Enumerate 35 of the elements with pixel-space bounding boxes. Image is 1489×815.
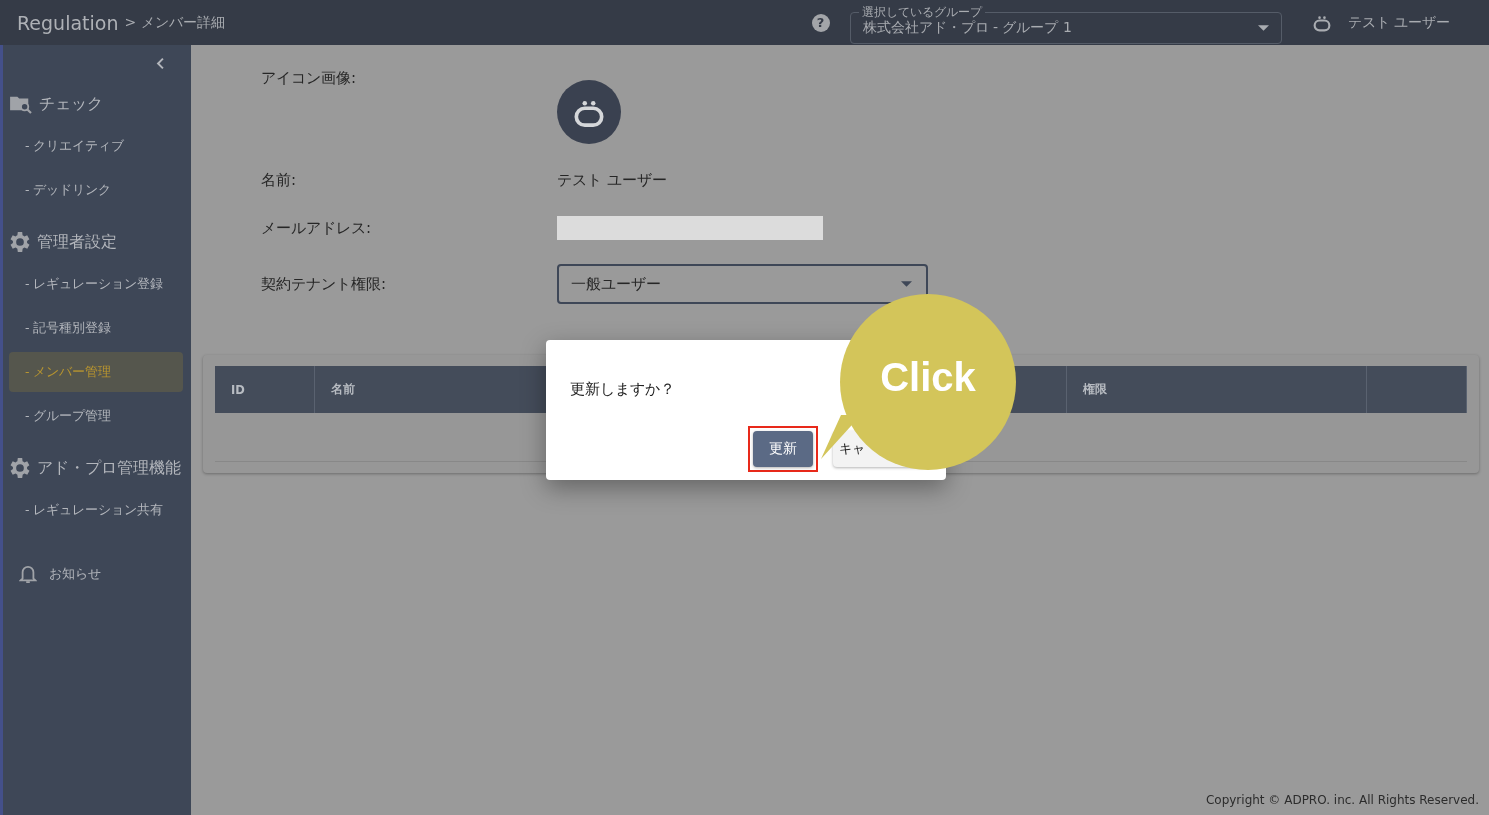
folder-search-icon [9,94,33,114]
role-select[interactable]: 一般ユーザー [557,264,928,304]
column-header: 権限 [1067,366,1367,413]
name-value: テスト ユーザー [557,170,668,190]
caret-icon [1257,25,1269,31]
sidebar-item[interactable]: - 記号種別登録 [9,308,183,348]
field-label: メールアドレス: [261,218,373,238]
caret-icon [901,281,912,287]
sidebar-item[interactable]: - メンバー管理 [9,352,183,392]
sidebar-item[interactable]: - レギュレーション登録 [9,264,183,304]
column-header: ID [215,366,315,413]
sidebar-section[interactable]: チェック [9,82,183,126]
bell-icon [19,564,37,584]
sidebar-item[interactable]: - クリエイティブ [9,126,183,166]
dialog-message: 更新しますか？ [570,380,676,400]
breadcrumb: > メンバー詳細 [124,13,226,32]
help-icon[interactable]: ? [811,13,830,32]
sidebar-item[interactable]: - デッドリンク [9,170,183,210]
sidebar-item[interactable]: - グループ管理 [9,396,183,436]
gear-icon [9,457,31,479]
field-label: 名前: [261,170,298,190]
field-label: 契約テナント権限: [261,274,388,294]
field-label: 選択しているグループ [858,5,985,19]
field-label: アイコン画像: [261,69,358,88]
update-button[interactable]: 更新 [753,431,813,467]
sidebar-item[interactable]: お知らせ [9,554,183,594]
sidebar-section[interactable]: アド・プロ管理機能 [9,446,183,490]
gear-icon [9,231,31,253]
copyright: Copyright © ADPRO. inc. All Rights Reserved. [1205,793,1479,807]
user-name[interactable]: テスト ユーザー [1347,13,1450,32]
sidebar-item[interactable]: - レギュレーション共有 [9,490,183,530]
user-icon[interactable] [1311,13,1332,32]
app-title[interactable]: Regulation [17,11,119,34]
collapse-icon[interactable] [156,57,165,70]
sidebar-section[interactable]: 管理者設定 [9,220,183,264]
